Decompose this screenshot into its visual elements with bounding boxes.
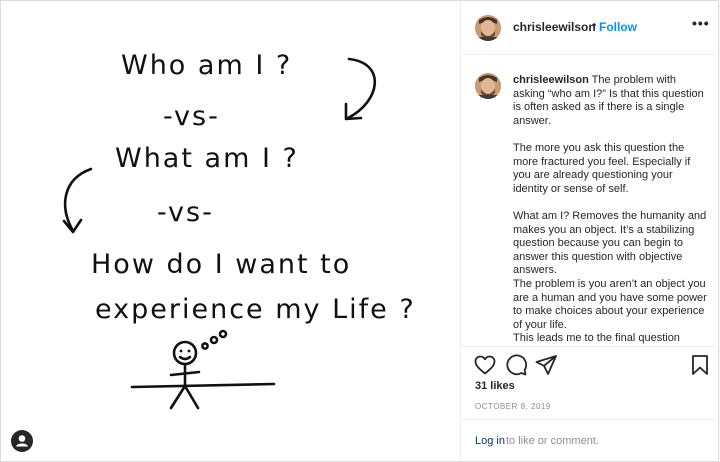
- avatar[interactable]: [475, 73, 501, 99]
- avatar-image: [475, 15, 501, 41]
- post-actions: 31 likes OCTOBER 8, 2019 Log in to like …: [462, 346, 720, 461]
- thought-bubble: [201, 329, 228, 350]
- header-username[interactable]: chrisleewilson: [513, 20, 596, 34]
- avatar-image: [475, 73, 501, 99]
- follow-button[interactable]: Follow: [599, 20, 637, 34]
- post-header: chrisleewilson • Follow •••: [462, 1, 720, 55]
- caption-username[interactable]: chrisleewilson: [513, 74, 589, 86]
- avatar[interactable]: [475, 15, 501, 41]
- stick-figure: [169, 340, 201, 410]
- note-line-1: Who am I ?: [121, 50, 292, 81]
- note-line-6: experience my Life ?: [95, 294, 416, 325]
- instagram-post: Who am I ? -vs- What am I ? -vs- How do …: [0, 0, 720, 462]
- post-side-panel: chrisleewilson • Follow ••• chrisleewils…: [462, 1, 720, 461]
- login-row: Log in to like or comment.: [462, 419, 720, 462]
- comment-icon[interactable]: [504, 353, 528, 377]
- post-date[interactable]: OCTOBER 8, 2019: [475, 402, 551, 411]
- likes-count[interactable]: 31 likes: [475, 380, 515, 392]
- heart-icon[interactable]: [473, 353, 497, 377]
- caption-area[interactable]: chrisleewilson The problem with asking “…: [462, 56, 720, 346]
- arrowhead-left: [62, 218, 83, 234]
- user-icon: [16, 435, 28, 447]
- ground-line: [130, 382, 276, 389]
- caption-paragraph: The more you ask this question the more …: [513, 141, 691, 195]
- caption-paragraph: This leads me to the final question: [513, 332, 680, 345]
- separator-dot: •: [592, 18, 597, 32]
- caption-paragraph: What am I? Removes the humanity and make…: [513, 209, 707, 277]
- curved-arrow-left: [63, 167, 93, 233]
- caption-text: chrisleewilson The problem with asking “…: [513, 74, 709, 346]
- post-image[interactable]: Who am I ? -vs- What am I ? -vs- How do …: [1, 1, 461, 461]
- login-prompt-text: to like or comment.: [506, 435, 599, 447]
- login-link[interactable]: Log in: [475, 435, 505, 447]
- handwritten-note-drawing: Who am I ? -vs- What am I ? -vs- How do …: [62, 50, 416, 410]
- tagged-users-button[interactable]: [11, 430, 33, 452]
- more-options-icon[interactable]: •••: [692, 15, 710, 31]
- note-line-4: -vs-: [157, 197, 214, 228]
- bookmark-icon[interactable]: [688, 353, 712, 377]
- share-icon[interactable]: [534, 353, 558, 377]
- note-line-5: How do I want to: [91, 249, 351, 280]
- curved-arrow-right: [346, 57, 377, 120]
- caption-paragraph: chrisleewilson The problem with asking “…: [513, 74, 709, 128]
- caption-paragraph: The problem is you aren’t an object you …: [513, 277, 707, 331]
- note-line-3: What am I ?: [115, 143, 299, 174]
- note-line-2: -vs-: [163, 101, 220, 132]
